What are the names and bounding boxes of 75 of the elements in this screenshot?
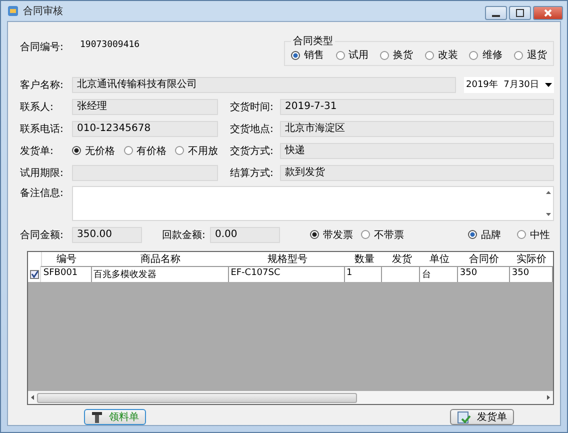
radio-option[interactable]: 销售 bbox=[291, 48, 324, 62]
maximize-button[interactable] bbox=[509, 6, 531, 20]
radio-option[interactable]: 试用 bbox=[336, 48, 369, 62]
radio-option[interactable]: 维修 bbox=[469, 48, 502, 62]
window-title: 合同审核 bbox=[23, 4, 63, 18]
field-label: 客户名称: bbox=[20, 78, 64, 92]
horizontal-scrollbar[interactable] bbox=[28, 391, 553, 404]
radio-option[interactable]: 有价格 bbox=[124, 144, 166, 158]
maximize-icon bbox=[516, 9, 524, 17]
radio-option[interactable]: 改装 bbox=[424, 48, 458, 62]
radio-option[interactable]: 无价格 bbox=[72, 144, 115, 158]
column-header[interactable]: 数量 bbox=[346, 252, 384, 266]
column-header[interactable]: 规格型号 bbox=[229, 252, 346, 266]
date-picker[interactable]: 2019年 7月30日 bbox=[464, 76, 554, 92]
field-label: 联系电话: bbox=[20, 122, 64, 136]
field-label: 联系人: bbox=[20, 100, 54, 114]
table-cell: 350 bbox=[458, 266, 510, 282]
column-header[interactable]: 合同价 bbox=[458, 252, 510, 266]
column-header[interactable]: 编号 bbox=[42, 252, 92, 266]
row-checkbox[interactable] bbox=[30, 270, 39, 278]
radio-option[interactable]: 中性 bbox=[517, 228, 550, 242]
delivery-time-field[interactable]: 2019-7-31 bbox=[280, 98, 554, 114]
scroll-thumb[interactable] bbox=[37, 392, 357, 402]
received-amount-field[interactable]: 0.00 bbox=[210, 226, 280, 242]
field-label: 结算方式: bbox=[230, 166, 274, 180]
radio-option[interactable]: 换货 bbox=[380, 48, 414, 62]
tool-icon bbox=[91, 410, 103, 424]
field-label: 合同金额: bbox=[20, 228, 64, 242]
field-label: 发货单: bbox=[20, 144, 54, 158]
contact-field[interactable]: 张经理 bbox=[72, 98, 218, 114]
table-cell: SFB001 bbox=[41, 266, 92, 282]
table-cell bbox=[382, 266, 420, 282]
table-cell: EF-C107SC bbox=[228, 266, 344, 282]
customer-field[interactable]: 北京通讯传输科技有限公司 bbox=[72, 76, 456, 92]
table-cell: 百兆多模收发器 bbox=[92, 266, 229, 282]
group-title: 合同类型 bbox=[292, 34, 334, 48]
table-cell: 台 bbox=[420, 266, 458, 282]
contract-number-value: 19073009416 bbox=[80, 40, 140, 52]
scroll-down-icon bbox=[546, 213, 550, 216]
delivery-method-field[interactable]: 快递 bbox=[280, 142, 554, 158]
scroll-right-icon bbox=[547, 395, 550, 400]
radio-option[interactable]: 带发票 bbox=[310, 228, 353, 242]
table-cell: 1 bbox=[344, 266, 382, 282]
field-label: 备注信息: bbox=[20, 186, 64, 200]
field-label: 交货时间: bbox=[230, 100, 274, 114]
document-check-icon bbox=[457, 410, 471, 424]
contract-number-label: 合同编号: bbox=[20, 40, 64, 54]
app-icon bbox=[7, 5, 19, 17]
field-label: 回款金额: bbox=[162, 228, 206, 242]
trial-period-field[interactable] bbox=[72, 164, 218, 180]
radio-option[interactable]: 不带票 bbox=[361, 228, 404, 242]
column-header[interactable]: 实际价 bbox=[510, 252, 554, 266]
scroll-up-icon bbox=[546, 191, 550, 194]
scroll-left-icon bbox=[31, 395, 34, 400]
minimize-button[interactable] bbox=[485, 6, 507, 20]
toolbar-button[interactable]: 领料单 bbox=[84, 409, 146, 425]
close-button[interactable] bbox=[533, 6, 563, 20]
radio-option[interactable]: 品牌 bbox=[468, 228, 501, 242]
radio-option[interactable]: 退货 bbox=[514, 48, 547, 62]
phone-field[interactable]: 010-12345678 bbox=[72, 120, 218, 136]
column-header[interactable]: 单位 bbox=[420, 252, 458, 266]
contract-amount-field[interactable]: 350.00 bbox=[72, 226, 142, 242]
table-cell: 350 bbox=[510, 266, 553, 282]
remarks-field[interactable] bbox=[72, 186, 554, 221]
field-label: 交货方式: bbox=[230, 144, 274, 158]
field-label: 试用期限: bbox=[20, 166, 64, 180]
column-header[interactable]: 商品名称 bbox=[92, 252, 230, 266]
field-label: 交货地点: bbox=[230, 122, 274, 136]
settlement-field[interactable]: 款到发货 bbox=[280, 164, 554, 180]
close-icon bbox=[544, 9, 552, 17]
column-header[interactable]: 发货 bbox=[383, 252, 421, 266]
toolbar-button[interactable]: 发货单 bbox=[450, 409, 514, 425]
delivery-place-field[interactable]: 北京市海淀区 bbox=[280, 120, 554, 136]
radio-option[interactable]: 不用放 bbox=[175, 144, 218, 158]
dropdown-icon bbox=[545, 82, 552, 86]
